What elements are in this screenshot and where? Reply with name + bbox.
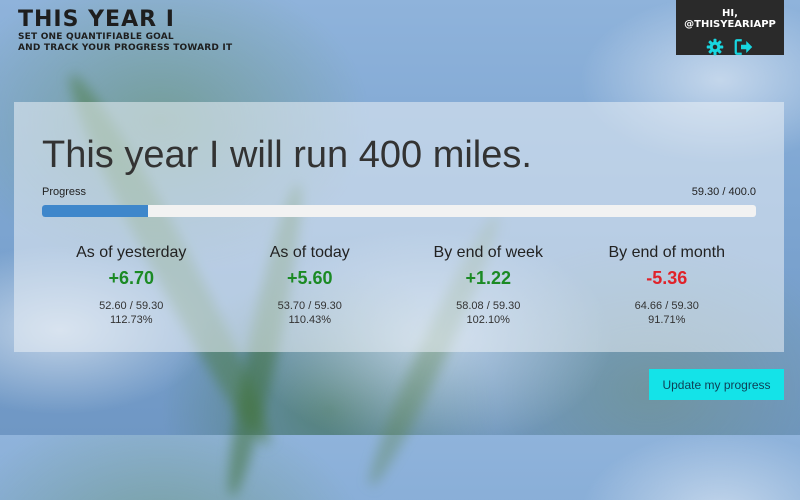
- goal-panel: This year I will run 400 miles. Progress…: [14, 102, 784, 352]
- stat-delta: +6.70: [108, 268, 155, 288]
- stat-delta: +1.22: [465, 268, 512, 288]
- stat-ratio: 52.60 / 59.30: [99, 300, 164, 312]
- goal-statement: This year I will run 400 miles.: [42, 134, 532, 176]
- stat-title: By end of month: [608, 244, 725, 261]
- brand: THIS YEAR I SET ONE QUANTIFIABLE GOAL AN…: [18, 8, 232, 54]
- sign-out-icon[interactable]: [734, 38, 754, 56]
- stat-title: As of yesterday: [76, 244, 187, 261]
- stat-title: As of today: [269, 244, 350, 261]
- stat-ratio: 53.70 / 59.30: [277, 300, 342, 312]
- stat-ratio: 64.66 / 59.30: [634, 300, 699, 312]
- stat-delta: +5.60: [286, 268, 333, 288]
- stat-ratio: 58.08 / 59.30: [456, 300, 521, 312]
- stat-percent: 112.73%: [109, 314, 153, 326]
- progress-label: Progress: [42, 186, 87, 198]
- stats-row: As of yesterday +6.70 52.60 / 59.30 112.…: [42, 244, 756, 327]
- stat-yesterday: As of yesterday +6.70 52.60 / 59.30 112.…: [42, 244, 221, 327]
- progress-value: 59.30 / 400.0: [691, 186, 756, 198]
- stat-percent: 102.10%: [466, 314, 510, 326]
- stat-title: By end of week: [433, 244, 543, 261]
- user-actions: [676, 38, 784, 56]
- update-progress-button[interactable]: Update my progress: [649, 369, 784, 400]
- progress-bar-fill: [42, 205, 148, 217]
- stat-percent: 110.43%: [288, 314, 332, 326]
- user-menu: HI, @THISYEARIAPP: [676, 0, 784, 56]
- app-logo-title[interactable]: THIS YEAR I: [18, 8, 232, 32]
- stat-delta: -5.36: [646, 268, 688, 288]
- stat-end-of-week: By end of week +1.22 58.08 / 59.30 102.1…: [399, 244, 578, 327]
- tagline-line-2: AND TRACK YOUR PROGRESS TOWARD IT: [18, 43, 233, 53]
- progress-bar: [42, 205, 756, 217]
- stat-end-of-month: By end of month -5.36 64.66 / 59.30 91.7…: [578, 244, 757, 327]
- user-greeting: HI, @THISYEARIAPP: [684, 8, 776, 30]
- gear-icon[interactable]: [706, 38, 724, 56]
- stat-today: As of today +5.60 53.70 / 59.30 110.43%: [221, 244, 400, 327]
- tagline-line-1: SET ONE QUANTIFIABLE GOAL: [18, 32, 174, 42]
- stat-percent: 91.71%: [648, 314, 686, 326]
